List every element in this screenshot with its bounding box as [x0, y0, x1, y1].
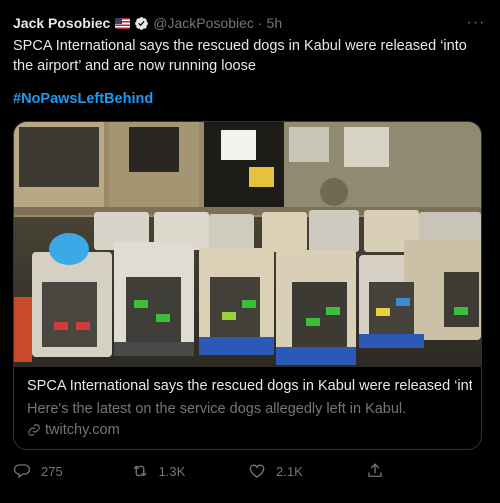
reply-icon	[13, 464, 31, 479]
tweet[interactable]: Jack Posobiec @JackPosobiec · 5h ··· SPC…	[0, 0, 500, 503]
like-button[interactable]: 2.1K	[248, 462, 366, 480]
card-domain-text: twitchy.com	[45, 422, 120, 438]
card-title[interactable]: SPCA International says the rescued dogs…	[27, 378, 472, 394]
like-icon	[249, 464, 265, 478]
tweet-header: Jack Posobiec @JackPosobiec · 5h ···	[13, 12, 487, 34]
tweet-text: SPCA International says the rescued dogs…	[13, 38, 467, 74]
more-icon[interactable]: ···	[465, 12, 487, 34]
link-icon	[27, 423, 41, 437]
author-name[interactable]: Jack Posobiec	[13, 15, 110, 31]
reply-count: 275	[41, 463, 63, 479]
like-count: 2.1K	[276, 463, 303, 479]
header-separator: ·	[257, 15, 263, 31]
verified-icon	[134, 16, 149, 31]
flag-us-icon	[115, 17, 131, 29]
share-icon	[367, 463, 382, 477]
hashtag-link[interactable]: #NoPawsLeftBehind	[13, 91, 153, 107]
action-bar: 275 1.3K 2.1K	[13, 459, 483, 483]
retweet-count: 1.3K	[158, 463, 186, 479]
card-domain[interactable]: twitchy.com	[27, 422, 120, 438]
link-card[interactable]: SPCA International says the rescued dogs…	[13, 121, 482, 450]
retweet-icon	[133, 465, 146, 477]
retweet-button[interactable]: 1.3K	[131, 462, 249, 480]
card-image[interactable]	[14, 122, 481, 367]
tweet-time[interactable]: 5h	[267, 15, 283, 31]
card-description: Here's the latest on the service dogs al…	[27, 401, 407, 417]
reply-button[interactable]: 275	[13, 462, 131, 480]
author-handle[interactable]: @JackPosobiec	[153, 15, 254, 31]
share-button[interactable]	[366, 462, 484, 480]
